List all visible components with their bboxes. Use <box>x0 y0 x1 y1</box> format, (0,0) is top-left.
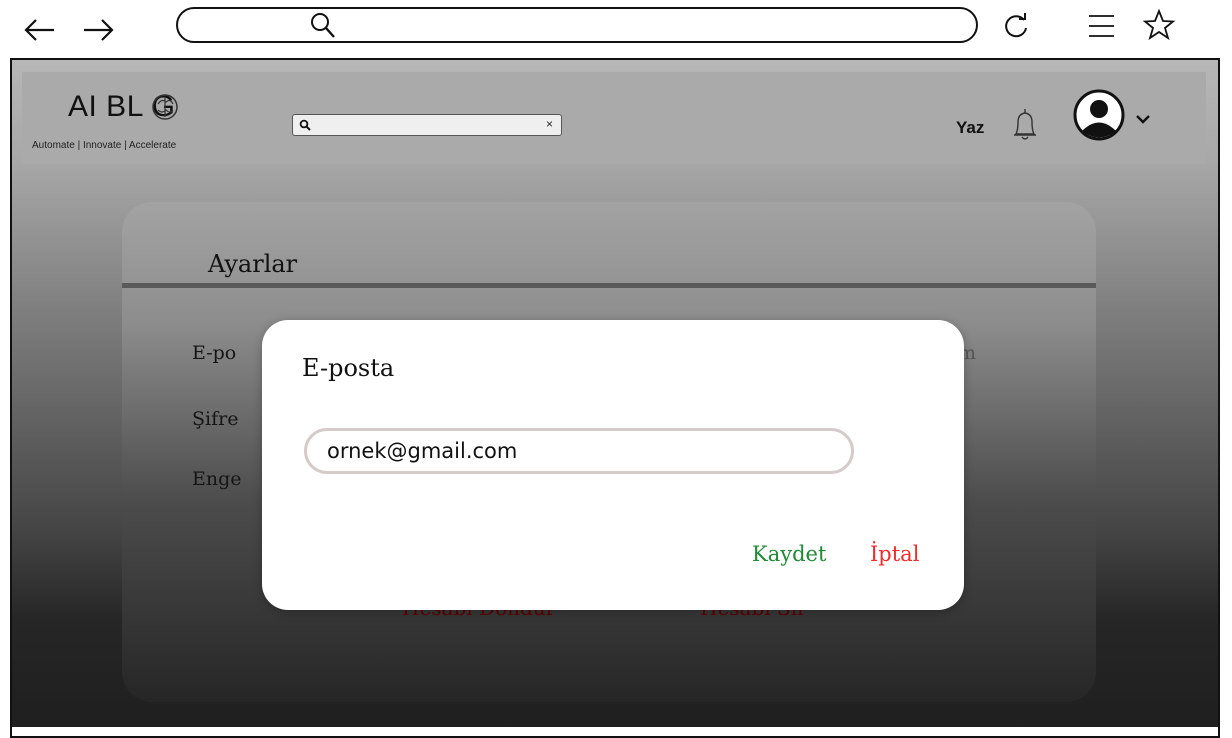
title-divider <box>122 283 1096 288</box>
arrow-right-icon[interactable] <box>78 8 122 52</box>
user-avatar-icon[interactable] <box>1072 88 1126 142</box>
search-icon <box>311 13 335 38</box>
star-icon[interactable] <box>1142 8 1176 42</box>
brain-logo-icon <box>152 94 178 120</box>
save-button[interactable]: Kaydet <box>752 542 826 566</box>
site-tagline: Automate | Innovate | Accelerate <box>32 140 177 151</box>
page-title: Ayarlar <box>208 250 298 278</box>
settings-row-email[interactable]: E-po <box>192 342 236 364</box>
top-navbar: AI BL G Automate | Innovate | Accelerate… <box>22 72 1206 164</box>
modal-title: E-posta <box>302 354 395 382</box>
browser-chrome <box>0 0 1232 60</box>
arrow-left-icon[interactable] <box>18 8 62 52</box>
chevron-down-icon[interactable] <box>1134 112 1152 126</box>
bell-icon[interactable] <box>1008 106 1042 146</box>
clear-search-icon[interactable]: × <box>546 117 553 131</box>
email-field[interactable] <box>304 428 854 474</box>
settings-row-password[interactable]: Şifre <box>192 408 238 430</box>
search-input[interactable]: × <box>292 114 562 136</box>
reload-icon[interactable] <box>1000 10 1032 42</box>
search-icon <box>299 119 311 131</box>
email-edit-modal: E-posta Kaydet İptal <box>262 320 964 610</box>
write-button[interactable]: Yaz <box>956 118 984 138</box>
menu-icon[interactable] <box>1086 10 1118 42</box>
address-bar[interactable] <box>176 7 978 43</box>
cancel-button[interactable]: İptal <box>870 542 919 566</box>
settings-row-blocked[interactable]: Enge <box>192 468 242 490</box>
